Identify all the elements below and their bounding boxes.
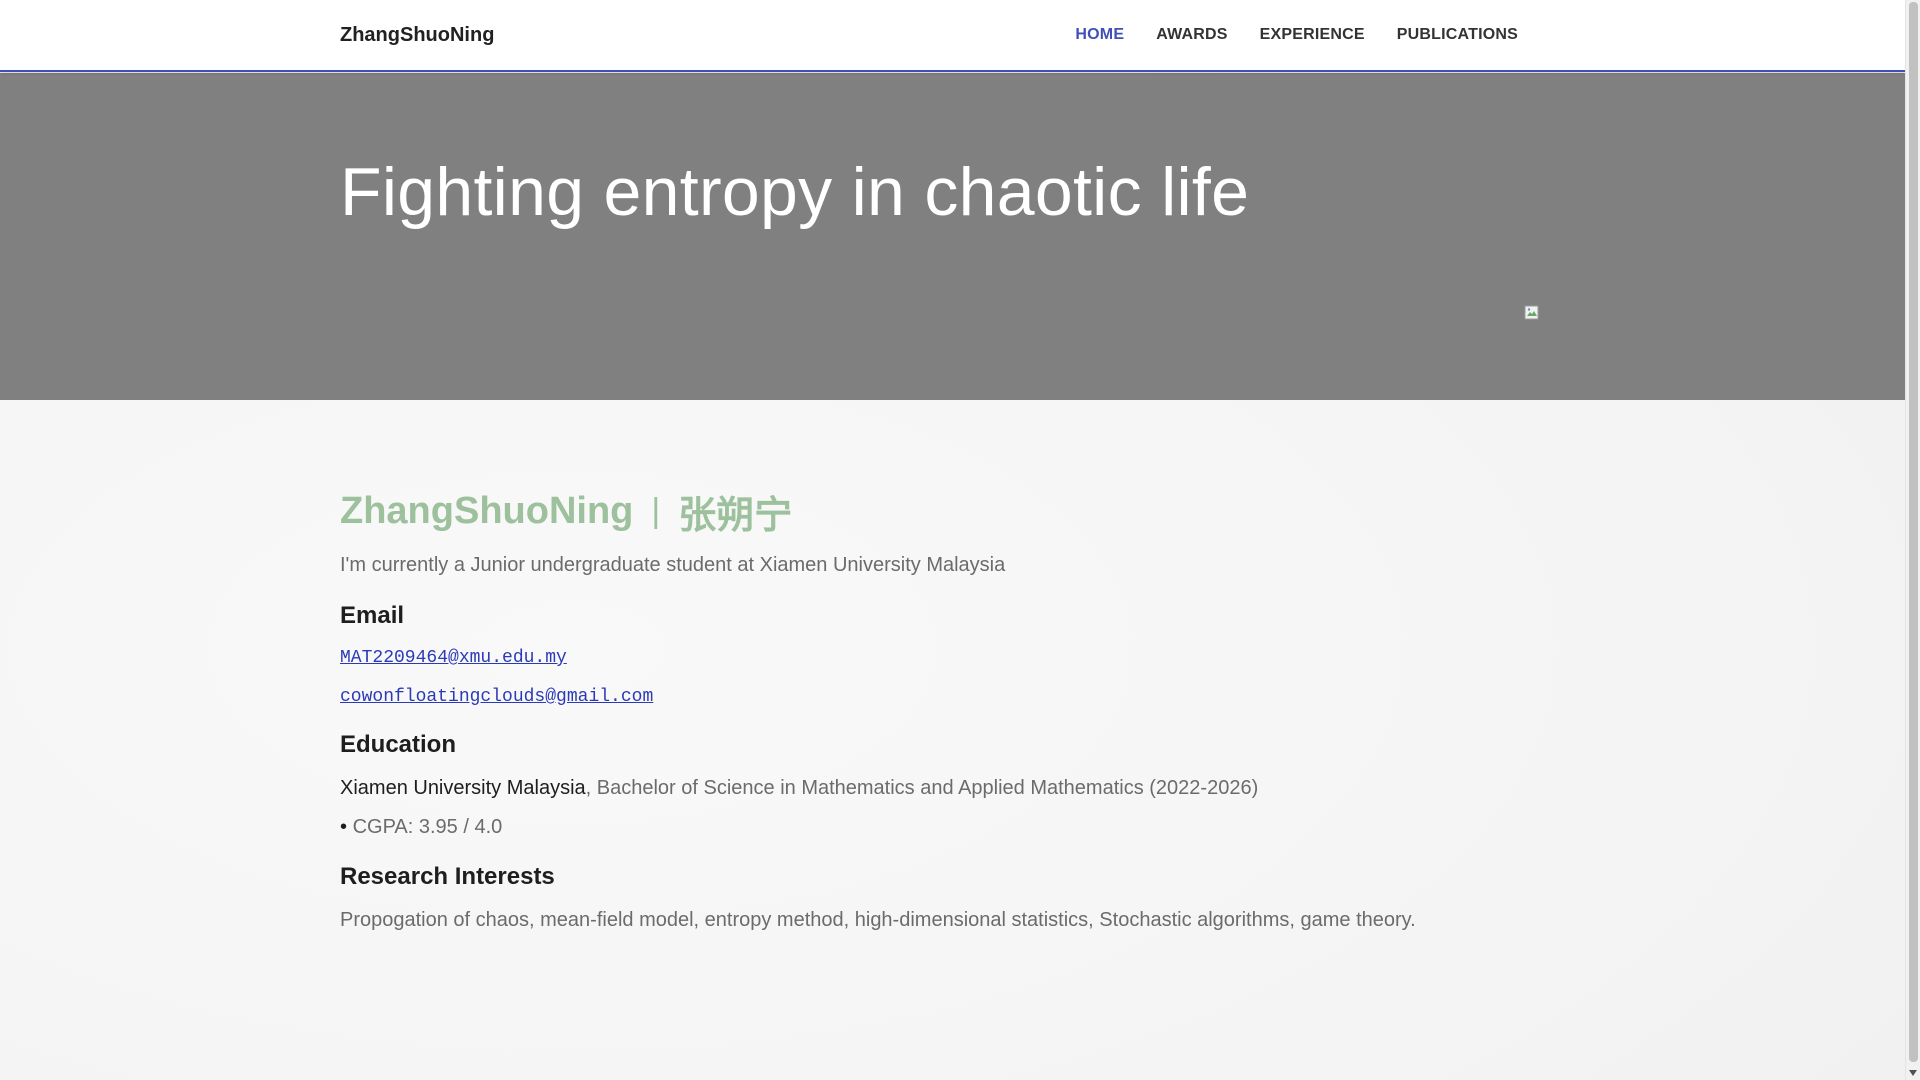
education-degree: , Bachelor of Science in Mathematics and… bbox=[585, 777, 1259, 799]
profile-name-heading: ZhangShuoNing | 张朔宁 bbox=[340, 488, 1540, 537]
page: ZhangShuoNing HOME AWARDS EXPERIENCE PUB… bbox=[0, 0, 1905, 1080]
nav-awards[interactable]: AWARDS bbox=[1156, 26, 1227, 44]
vertical-scrollbar[interactable] bbox=[1905, 0, 1920, 1080]
name-english: ZhangShuoNing bbox=[340, 489, 634, 532]
gpa-value: CGPA: 3.95 / 4.0 bbox=[347, 816, 503, 838]
education-school: Xiamen University Malaysia bbox=[340, 777, 586, 799]
top-navbar: ZhangShuoNing HOME AWARDS EXPERIENCE PUB… bbox=[0, 0, 1905, 72]
scroll-down-arrow-icon[interactable] bbox=[1909, 1070, 1917, 1076]
gpa-bullet: • bbox=[340, 816, 348, 838]
email-link-gmail[interactable]: cowonfloatingclouds@gmail.com bbox=[340, 687, 1540, 707]
research-heading: Research Interests bbox=[340, 863, 555, 890]
hero-banner: Fighting entropy in chaotic life bbox=[0, 73, 1905, 400]
education-heading: Education bbox=[340, 731, 457, 758]
name-chinese: 张朔宁 bbox=[678, 494, 793, 537]
scrollbar-thumb[interactable] bbox=[1909, 2, 1918, 1062]
research-text: Propogation of chaos, mean-field model, … bbox=[340, 909, 1416, 931]
email-heading: Email bbox=[340, 602, 405, 629]
nav-links: HOME AWARDS EXPERIENCE PUBLICATIONS bbox=[1075, 26, 1518, 44]
hero-title: Fighting entropy in chaotic life bbox=[340, 154, 1250, 230]
education-entry: Xiamen University Malaysia, Bachelor of … bbox=[340, 777, 1540, 800]
brand-link[interactable]: ZhangShuoNing bbox=[340, 24, 494, 47]
nav-publications[interactable]: PUBLICATIONS bbox=[1397, 26, 1518, 44]
main-content: ZhangShuoNing | 张朔宁 I'm currently a Juni… bbox=[340, 488, 1540, 932]
email-link-school[interactable]: MAT2209464@xmu.edu.my bbox=[340, 648, 1540, 668]
intro-text: I'm currently a Junior undergraduate stu… bbox=[340, 554, 1006, 576]
nav-home[interactable]: HOME bbox=[1075, 26, 1124, 44]
gpa-entry: • CGPA: 3.95 / 4.0 bbox=[340, 816, 1540, 839]
nav-experience[interactable]: EXPERIENCE bbox=[1260, 26, 1365, 44]
broken-image-icon bbox=[1524, 305, 1540, 321]
name-separator: | bbox=[651, 491, 661, 530]
